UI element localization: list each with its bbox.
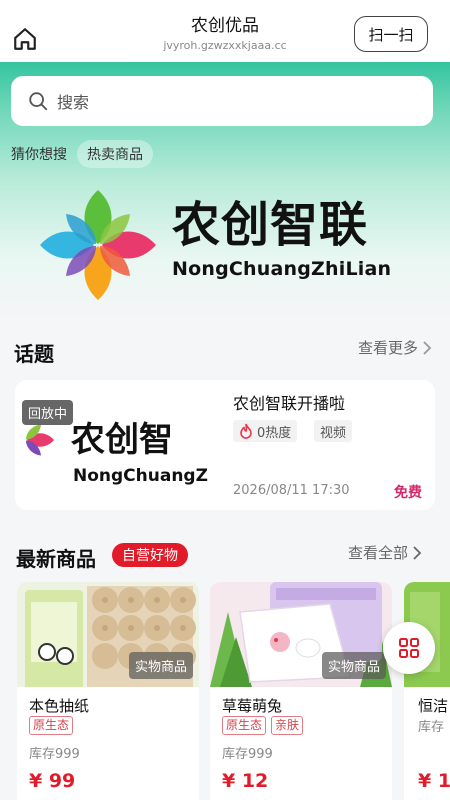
grid-icon <box>399 638 419 658</box>
product-name: 草莓萌兔 <box>222 697 283 715</box>
topic-price: 免费 <box>394 485 422 501</box>
guess-label: 猜你想搜 <box>11 147 67 163</box>
top-bar: 农创优品 jvyroh.gzwzxxkjaaa.cc 扫一扫 <box>0 0 450 66</box>
product-name: 恒洁 <box>418 697 449 715</box>
home-icon <box>14 28 36 50</box>
site-domain: jvyroh.gzwzxxkjaaa.cc <box>163 39 287 52</box>
topics-title: 话题 <box>14 342 54 366</box>
thumb-brand-en: NongChuangZ <box>73 466 208 486</box>
topics-more-link[interactable]: 查看更多 <box>358 337 432 358</box>
title-block: 农创优品 jvyroh.gzwzxxkjaaa.cc <box>100 14 350 54</box>
flame-icon <box>240 423 252 439</box>
product-price: ¥ 99 <box>29 770 76 792</box>
topic-card[interactable]: 农创智 NongChuangZ <box>15 380 435 510</box>
product-tag: 亲肤 <box>271 716 304 735</box>
products-title: 最新商品 <box>16 547 96 571</box>
home-button[interactable] <box>10 24 40 54</box>
product-price: ¥ 12 <box>222 770 269 792</box>
video-tag: 视频 <box>314 420 353 442</box>
self-operated-badge: 自营好物 <box>112 543 188 567</box>
brand-name-cn: 农创智联 <box>172 197 369 253</box>
page-title: 农创优品 <box>191 16 259 36</box>
brand-name-en: NongChuangZhiLian <box>172 258 392 280</box>
product-tag: 原生态 <box>29 716 74 735</box>
product-stock: 库存999 <box>29 747 80 762</box>
brand-logo-icon <box>40 190 156 300</box>
topic-date: 2026/08/11 17:30 <box>233 483 350 498</box>
product-tags: 原生态 <box>29 716 74 735</box>
guess-row: 猜你想搜 热卖商品 <box>11 140 153 168</box>
chevron-right-icon <box>423 340 432 355</box>
scan-button[interactable]: 扫一扫 <box>354 16 428 52</box>
product-stock: 库存 <box>418 720 445 735</box>
topics-more-label: 查看更多 <box>358 339 419 357</box>
products-more-label: 查看全部 <box>348 544 409 562</box>
item-type-tag: 实物商品 <box>321 652 386 679</box>
products-more-link[interactable]: 查看全部 <box>348 542 422 563</box>
topic-title: 农创智联开播啦 <box>233 394 346 413</box>
search-placeholder: 搜索 <box>57 93 90 112</box>
search-icon <box>29 92 48 111</box>
product-tag: 原生态 <box>222 716 267 735</box>
heat-label: 0热度 <box>257 425 292 441</box>
category-fab-button[interactable] <box>383 622 435 674</box>
thumb-brand-cn: 农创智 <box>71 420 173 460</box>
chevron-right-icon <box>413 545 422 560</box>
product-price: ¥ 1 <box>418 770 450 792</box>
product-card[interactable]: 实物商品 本色抽纸 原生态 库存999 ¥ 99 <box>17 582 199 800</box>
product-name: 本色抽纸 <box>29 697 90 715</box>
product-card[interactable]: 恒洁 库存 ¥ 1 <box>404 582 450 800</box>
search-input[interactable]: 搜索 <box>11 76 433 126</box>
item-type-tag: 实物商品 <box>128 652 193 679</box>
heat-tag: 0热度 <box>233 420 298 442</box>
product-stock: 库存999 <box>222 747 273 762</box>
product-card[interactable]: 实物商品 草莓萌兔 原生态 亲肤 库存999 ¥ 12 <box>210 582 392 800</box>
hot-search-tag[interactable]: 热卖商品 <box>77 140 153 168</box>
replay-badge: 回放中 <box>22 400 74 425</box>
product-tags: 原生态 亲肤 <box>222 716 304 735</box>
